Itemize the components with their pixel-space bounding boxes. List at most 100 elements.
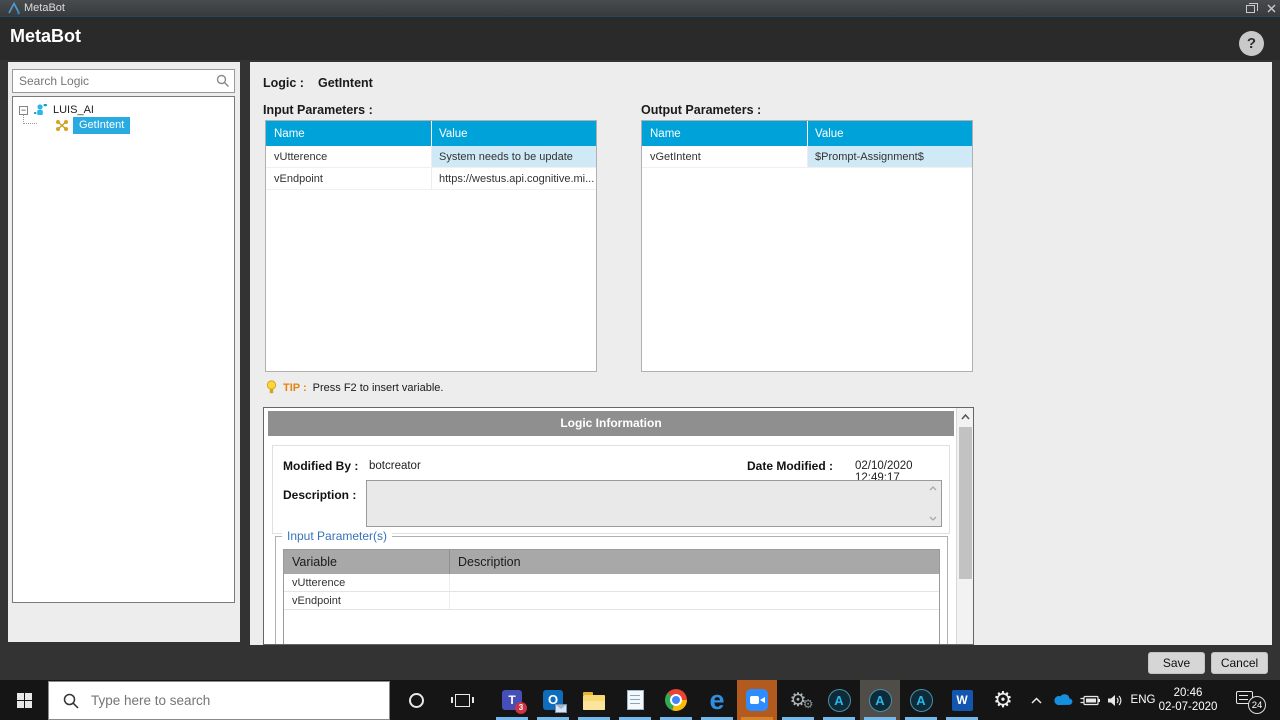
description-cell[interactable] xyxy=(450,574,939,591)
taskbar-app-teams[interactable]: T 3 xyxy=(492,680,532,720)
start-button[interactable] xyxy=(0,680,48,720)
taskbar-app-file-explorer[interactable] xyxy=(574,680,614,720)
taskbar: T 3 O e ⚙ A A A W ⚙ xyxy=(0,680,1280,720)
taskbar-app-settings[interactable]: ⚙ xyxy=(983,680,1023,720)
close-window-icon[interactable] xyxy=(1267,4,1276,13)
help-button[interactable]: ? xyxy=(1239,31,1264,56)
save-button[interactable]: Save xyxy=(1148,652,1205,674)
app-logo-icon xyxy=(7,2,21,15)
date-modified-label: Date Modified : xyxy=(747,459,833,473)
cortana-icon xyxy=(409,693,424,708)
input-parameters-fieldset: Input Parameter(s) Variable Description … xyxy=(275,536,948,645)
task-view-icon xyxy=(455,694,470,707)
page-title: MetaBot xyxy=(10,26,81,47)
tray-battery[interactable] xyxy=(1076,680,1104,720)
table-row[interactable]: vEndpoint xyxy=(284,592,939,610)
battery-charging-icon xyxy=(1080,695,1100,706)
column-header-value: Value xyxy=(808,121,972,146)
taskbar-search-input[interactable] xyxy=(89,692,349,709)
speaker-icon xyxy=(1107,694,1123,707)
chevron-up-icon[interactable] xyxy=(929,486,937,491)
scrollbar-thumb[interactable] xyxy=(959,427,972,579)
textarea-scroll-arrows[interactable] xyxy=(926,482,940,525)
tree-node-luis-ai[interactable]: LUIS_AI xyxy=(19,103,94,117)
edge-icon: e xyxy=(709,689,724,711)
cloud-icon xyxy=(1054,694,1073,706)
tip-label: TIP : xyxy=(283,382,307,394)
search-icon xyxy=(216,74,230,88)
cancel-button[interactable]: Cancel xyxy=(1211,652,1268,674)
taskbar-app-word[interactable]: W xyxy=(942,680,982,720)
table-row[interactable]: vUtterence xyxy=(284,574,939,592)
logic-information-title: Logic Information xyxy=(268,411,954,436)
tray-clock[interactable]: 20:46 02-07-2020 xyxy=(1156,680,1220,720)
variable-cell[interactable]: vEndpoint xyxy=(284,592,450,609)
collapse-icon[interactable] xyxy=(19,106,28,115)
taskbar-app-automation-anywhere-1[interactable]: A xyxy=(819,680,859,720)
window-title: MetaBot xyxy=(24,2,65,14)
taskbar-app-chrome[interactable] xyxy=(656,680,696,720)
taskbar-app-outlook[interactable]: O xyxy=(533,680,573,720)
column-header-description: Description xyxy=(450,550,939,574)
modified-by-label: Modified By : xyxy=(283,459,358,473)
vertical-scrollbar[interactable] xyxy=(956,408,973,644)
logic-tree: LUIS_AI GetIntent xyxy=(12,96,235,603)
notepad-icon xyxy=(627,690,644,710)
gears-icon: ⚙ xyxy=(789,691,806,710)
param-name-cell[interactable]: vGetIntent xyxy=(642,146,808,167)
screen: MetaBot MetaBot ? xyxy=(0,0,1280,720)
taskbar-app-automation-anywhere-2[interactable]: A xyxy=(860,680,900,720)
tray-onedrive[interactable] xyxy=(1050,680,1076,720)
output-parameters-table: Name Value vGetIntent $Prompt-Assignment… xyxy=(641,120,973,372)
variable-cell[interactable]: vUtterence xyxy=(284,574,450,591)
modified-by-value: botcreator xyxy=(369,460,421,472)
main-panel: Logic :GetIntent Input Parameters : Name… xyxy=(250,62,1272,645)
taskbar-app-zoom[interactable] xyxy=(737,680,777,720)
tray-language[interactable]: ENG xyxy=(1128,680,1158,720)
description-label: Description : xyxy=(283,488,356,502)
chevron-down-icon[interactable] xyxy=(929,516,937,521)
table-header-row: Name Value xyxy=(642,121,972,146)
automation-anywhere-icon: A xyxy=(910,689,933,712)
tree-node-label-selected[interactable]: GetIntent xyxy=(73,117,130,134)
sidebar: LUIS_AI GetIntent xyxy=(8,62,240,642)
windows-logo-icon xyxy=(17,693,32,708)
search-icon xyxy=(63,693,79,709)
taskbar-search[interactable] xyxy=(48,681,390,720)
param-name-cell[interactable]: vUtterence xyxy=(266,146,432,167)
restore-window-icon[interactable] xyxy=(1246,5,1255,13)
footer-bar: Save Cancel xyxy=(0,645,1280,680)
table-row[interactable]: vUtterence System needs to be update xyxy=(266,146,596,168)
lightbulb-icon xyxy=(266,380,277,395)
input-parameters-table: Name Value vUtterence System needs to be… xyxy=(265,120,597,372)
tray-expand-button[interactable] xyxy=(1024,680,1048,720)
taskbar-app-edge[interactable]: e xyxy=(697,680,737,720)
table-row[interactable]: vEndpoint https://westus.api.cognitive.m… xyxy=(266,168,596,190)
outlook-icon: O xyxy=(543,690,563,710)
output-parameters-title: Output Parameters : xyxy=(641,103,761,117)
taskbar-app-aa-client[interactable]: ⚙ xyxy=(778,680,818,720)
param-name-cell[interactable]: vEndpoint xyxy=(266,168,432,189)
param-value-cell[interactable]: $Prompt-Assignment$ xyxy=(808,146,972,167)
zoom-camera-icon xyxy=(746,689,768,711)
logic-heading: Logic :GetIntent xyxy=(263,76,373,90)
notification-center-button[interactable]: 24 xyxy=(1228,680,1274,720)
task-view-button[interactable] xyxy=(442,680,482,720)
tip-line: TIP : Press F2 to insert variable. xyxy=(266,380,443,395)
cortana-button[interactable] xyxy=(396,680,436,720)
param-value-cell[interactable]: System needs to be update xyxy=(432,146,596,167)
param-value-cell[interactable]: https://westus.api.cognitive.mi... xyxy=(432,168,596,189)
taskbar-app-notepad[interactable] xyxy=(615,680,655,720)
taskbar-app-automation-anywhere-3[interactable]: A xyxy=(901,680,941,720)
table-row[interactable]: vGetIntent $Prompt-Assignment$ xyxy=(642,146,972,168)
search-logic-input[interactable] xyxy=(12,69,235,93)
description-cell[interactable] xyxy=(450,592,939,609)
teams-icon: T 3 xyxy=(502,690,522,710)
tray-volume[interactable] xyxy=(1102,680,1128,720)
window-titlebar: MetaBot xyxy=(0,0,1280,17)
tray-date: 02-07-2020 xyxy=(1159,700,1218,714)
logic-value: GetIntent xyxy=(318,76,373,90)
tree-node-getintent[interactable]: GetIntent xyxy=(55,117,130,134)
description-textarea[interactable] xyxy=(366,480,942,527)
scroll-up-icon[interactable] xyxy=(958,409,973,425)
